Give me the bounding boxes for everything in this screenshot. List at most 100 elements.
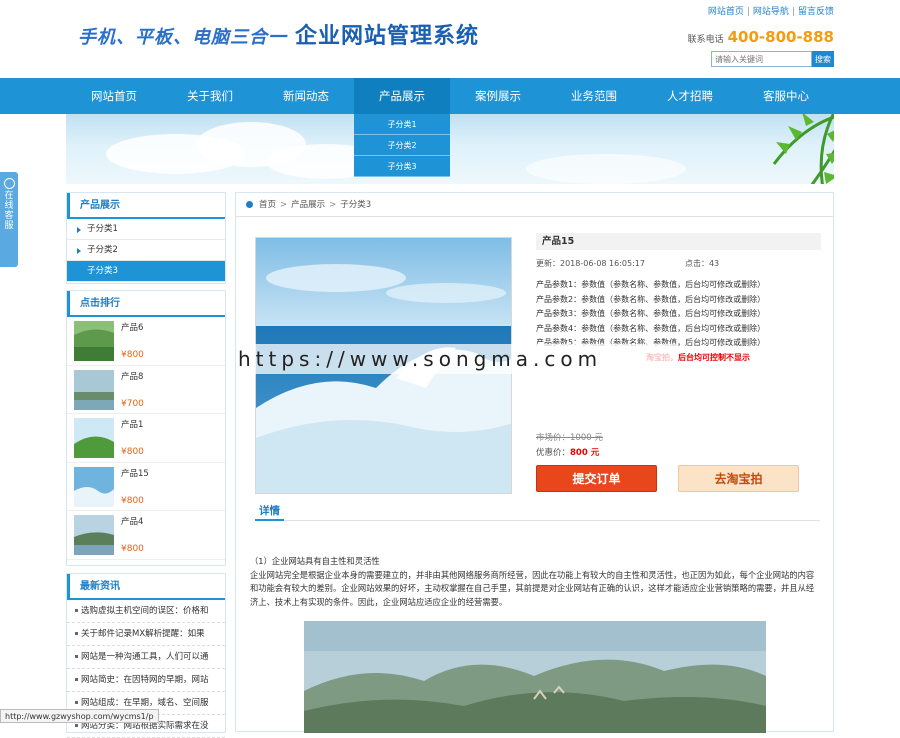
news-title: 网站组成：在早期，域名、空间服 [81, 698, 209, 708]
news-item[interactable]: 网站是一种沟通工具，人们可以通 [67, 646, 225, 669]
ranking-item[interactable]: 产品1 ¥800 [67, 414, 225, 463]
bullet-icon [75, 701, 78, 704]
detail-tab[interactable]: 详情 [255, 501, 284, 521]
news-title: 网站是一种沟通工具，人们可以通 [81, 652, 209, 662]
product-thumbnail [74, 369, 114, 410]
products-dropdown: 子分类1 子分类2 子分类3 [354, 114, 450, 177]
submit-order-button[interactable]: 提交订单 [536, 465, 657, 492]
news-title: 网站简史：在因特网的早期，网站 [81, 675, 209, 685]
category-item[interactable]: 子分类1 [67, 219, 225, 240]
updated-time: 2018-06-08 16:05:17 [560, 259, 645, 268]
ranking-name: 产品4 [121, 517, 144, 527]
taobao-button[interactable]: 去淘宝拍 [678, 465, 799, 492]
news-item[interactable]: 网站简史：在因特网的早期，网站 [67, 669, 225, 692]
news-title: 关于邮件记录MX解析提醒：如果 [81, 629, 205, 639]
toplink-sitemap[interactable]: 网站导航 [753, 7, 789, 17]
nav-item-about[interactable]: 关于我们 [162, 78, 258, 114]
product-title: 产品15 [536, 233, 821, 250]
banner [66, 114, 834, 184]
market-price-value: 1000 元 [570, 433, 603, 443]
breadcrumb-link[interactable]: 子分类3 [340, 200, 371, 210]
detail-body: 企业网站完全是根据企业本身的需要建立的，并非由其他网络服务商所经营，因此在功能上… [250, 569, 815, 607]
hits-label: 点击： [684, 259, 709, 268]
box-title: 点击排行 [67, 291, 225, 317]
click-ranking-box: 点击排行 产品6 ¥800 产品8 ¥700 产品1 ¥800 产品15 ¥80… [66, 290, 226, 566]
nav-item-jobs[interactable]: 人才招聘 [642, 78, 738, 114]
sale-price-label: 优惠价： [536, 448, 571, 458]
dropdown-item[interactable]: 子分类2 [354, 135, 450, 156]
cloud [526, 154, 686, 184]
news-item[interactable]: 关于邮件记录MX解析提醒：如果 [67, 623, 225, 646]
toplink-feedback[interactable]: 留言反馈 [798, 7, 834, 17]
param-row: 产品参数4：参数值（参数名称、参数值，后台均可修改或删除） [536, 323, 766, 333]
news-item[interactable]: 选购虚拟主机空间的误区：价格和 [67, 600, 225, 623]
chevron-right-icon: > [329, 200, 337, 210]
ranking-price: ¥800 [121, 447, 144, 457]
breadcrumb-link[interactable]: 首页 [259, 200, 276, 210]
logo-site-name: 企业网站管理系统 [295, 23, 480, 49]
chevron-right-icon: > [280, 200, 288, 210]
service-icon [3, 178, 15, 189]
contact-phone: 联系电话 400-800-888 [688, 28, 834, 46]
service-label: 在线客服 [4, 191, 14, 231]
search-box: 搜索 [711, 51, 834, 67]
ranking-name: 产品8 [121, 371, 144, 382]
nav-item-news[interactable]: 新闻动态 [258, 78, 354, 114]
breadcrumb: 首页 > 产品展示 > 子分类3 [236, 193, 833, 217]
detail-image [304, 621, 766, 733]
product-category-box: 产品展示 子分类1 子分类2 子分类3 [66, 192, 226, 284]
phone-label: 联系电话 [687, 35, 724, 45]
product-meta: 更新：2018-06-08 16:05:17 点击：43 [536, 258, 821, 269]
site-logo[interactable]: 手机、平板、电脑三合一 企业网站管理系统 [78, 18, 479, 50]
category-label: 子分类2 [87, 245, 118, 255]
ranking-item[interactable]: 产品15 ¥800 [67, 463, 225, 511]
param-row: 产品参数2：参数值（参数名称、参数值，后台均可修改或删除） [536, 294, 766, 304]
ranking-price: ¥800 [121, 350, 144, 360]
nav-item-cases[interactable]: 案例展示 [450, 78, 546, 114]
breadcrumb-link[interactable]: 产品展示 [291, 200, 325, 210]
price-block: 市场价：1000 元 优惠价：800 元 [536, 431, 603, 458]
category-item-active[interactable]: 子分类3 [67, 261, 225, 282]
online-service-tab[interactable]: 在线客服 [0, 172, 18, 267]
ranking-price: ¥800 [121, 544, 144, 554]
box-title: 最新资讯 [67, 574, 225, 600]
phone-number: 400-800-888 [727, 28, 834, 46]
nav-item-service[interactable]: 客服中心 [738, 78, 834, 114]
category-label: 子分类1 [87, 224, 118, 234]
ranking-item[interactable]: 产品6 ¥800 [67, 317, 225, 366]
dropdown-item[interactable]: 子分类1 [354, 114, 450, 135]
nav-item-business[interactable]: 业务范围 [546, 78, 642, 114]
box-title: 产品展示 [67, 193, 225, 219]
palm-leaves-icon [772, 114, 834, 184]
category-label: 子分类3 [87, 266, 118, 276]
logo-slogan: 手机、平板、电脑三合一 [78, 27, 287, 48]
dropdown-item[interactable]: 子分类3 [354, 156, 450, 177]
product-thumbnail [74, 418, 114, 458]
param-row: 产品参数3：参数值（参数名称、参数值，后台均可修改或删除） [536, 309, 766, 318]
ranking-item[interactable]: 产品8 ¥700 [67, 366, 225, 414]
great-wall-image [304, 621, 766, 733]
status-bar-url: http://www.gzwyshop.com/wycms1/p [0, 709, 159, 723]
ranking-name: 产品6 [121, 323, 144, 333]
detail-tab-bar: 详情 [255, 501, 820, 521]
search-button[interactable]: 搜索 [812, 51, 834, 67]
category-item[interactable]: 子分类2 [67, 240, 225, 261]
news-title: 选购虚拟主机空间的误区：价格和 [81, 606, 209, 616]
product-thumbnail [74, 466, 114, 507]
detail-subtitle: （1）企业网站具有自主性和灵活性 [250, 556, 380, 566]
detail-text: （1）企业网站具有自主性和灵活性 企业网站完全是根据企业本身的需要建立的，并非由… [250, 555, 822, 609]
hits-count: 43 [708, 259, 720, 268]
bullet-icon [75, 724, 78, 727]
bullet-icon [75, 655, 78, 658]
market-price-label: 市场价： [536, 433, 571, 443]
nav-item-products[interactable]: 产品展示 [354, 78, 450, 114]
ranking-item[interactable]: 产品4 ¥800 [67, 511, 225, 560]
divider: | [791, 7, 795, 17]
nav-item-home[interactable]: 网站首页 [66, 78, 162, 114]
market-price: 市场价：1000 元 [536, 431, 603, 443]
bullet-icon [75, 632, 78, 635]
param-row: 产品参数1：参数值（参数名称、参数值，后台均可修改或删除） [536, 280, 766, 289]
toplink-home[interactable]: 网站首页 [708, 7, 744, 17]
triangle-icon [77, 248, 81, 254]
search-input[interactable] [711, 51, 812, 67]
